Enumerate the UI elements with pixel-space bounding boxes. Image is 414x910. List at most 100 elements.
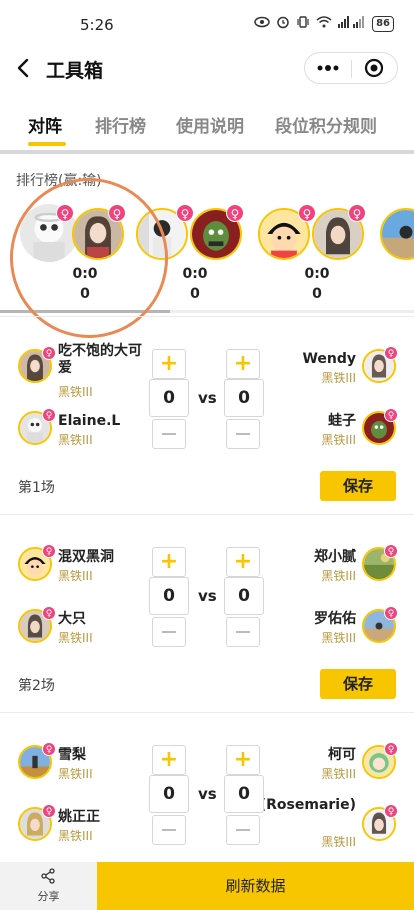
save-button[interactable]: 保存 <box>320 471 396 501</box>
female-badge-icon: ♀ <box>108 204 126 222</box>
tab-matchup[interactable]: 对阵 <box>28 112 62 137</box>
bottom-action-bar: 分享 刷新数据 <box>0 862 414 910</box>
refresh-data-button[interactable]: 刷新数据 <box>97 862 414 910</box>
ranking-pair[interactable]: ♀ ♀ 0:0 0 <box>130 204 260 304</box>
right-score[interactable]: 0 <box>224 379 264 417</box>
female-badge-icon: ♀ <box>384 804 398 818</box>
player-rank: 黑铁III <box>321 433 356 447</box>
left-increment-button[interactable]: + <box>152 349 186 379</box>
wifi-icon <box>316 16 332 31</box>
minus-icon <box>162 829 176 831</box>
tab-instructions[interactable]: 使用说明 <box>176 112 244 137</box>
plus-icon: + <box>233 549 253 574</box>
active-tab-indicator <box>28 142 66 146</box>
signal-icon <box>338 16 366 31</box>
plus-icon: + <box>233 351 253 376</box>
female-badge-icon: ♀ <box>384 346 398 360</box>
share-label: 分享 <box>37 890 60 903</box>
tab-leaderboard[interactable]: 排行榜 <box>95 112 146 137</box>
female-badge-icon: ♀ <box>384 408 398 422</box>
pair-points: 0 <box>190 286 200 302</box>
right-decrement-button[interactable] <box>226 617 260 647</box>
female-badge-icon: ♀ <box>384 742 398 756</box>
match-card: ♀ 混双黑洞 黑铁III ♀ 大只 黑铁III ♀ 郑小腻 黑铁III ♀ 罗佑… <box>0 514 414 712</box>
right-bottom-player[interactable]: ♀ 婷婷(Rosemarie) 黑铁III <box>0 797 414 851</box>
status-icons: 86 <box>254 15 394 32</box>
minus-icon <box>236 829 250 831</box>
pair-win-loss: 0:0 <box>304 266 330 282</box>
plus-icon: + <box>159 747 179 772</box>
eye-icon <box>254 16 270 31</box>
vs-label: vs <box>198 785 217 803</box>
right-bottom-player[interactable]: ♀ 罗佑佑 黑铁III <box>0 606 414 653</box>
alarm-icon <box>276 15 290 32</box>
right-increment-button[interactable]: + <box>226 547 260 577</box>
left-score[interactable]: 0 <box>149 379 189 417</box>
left-score[interactable]: 0 <box>149 775 189 813</box>
close-miniprogram-button[interactable] <box>351 53 397 83</box>
right-increment-button[interactable]: + <box>226 349 260 379</box>
player-rank: 黑铁III <box>321 631 356 645</box>
left-decrement-button[interactable] <box>152 617 186 647</box>
right-increment-button[interactable]: + <box>226 745 260 775</box>
right-decrement-button[interactable] <box>226 815 260 845</box>
battery-icon: 86 <box>372 15 394 32</box>
miniprogram-capsule <box>304 52 398 84</box>
right-score[interactable]: 0 <box>224 775 264 813</box>
pair-win-loss: 0:0 <box>182 266 208 282</box>
right-bottom-player[interactable]: ♀ 蛙子 黑铁III <box>0 408 414 455</box>
ranking-pair[interactable]: ♀ ♀ 0:0 0 <box>252 204 382 304</box>
more-button[interactable] <box>305 53 351 83</box>
tab-bar: 对阵 排行榜 使用说明 段位积分规则 <box>0 104 414 148</box>
left-increment-button[interactable]: + <box>152 547 186 577</box>
save-button[interactable]: 保存 <box>320 669 396 699</box>
ranking-pair[interactable] <box>374 204 414 304</box>
left-decrement-button[interactable] <box>152 815 186 845</box>
game-label: 第1场 <box>18 480 55 496</box>
left-decrement-button[interactable] <box>152 419 186 449</box>
right-top-player[interactable]: ♀ Wendy 黑铁III <box>0 346 414 393</box>
more-dots-icon <box>317 65 339 71</box>
female-badge-icon: ♀ <box>226 204 244 222</box>
right-decrement-button[interactable] <box>226 419 260 449</box>
ranking-strip[interactable]: ♀ ♀ 0:0 0 ♀ ♀ 0:0 0 ♀ ♀ 0:0 0 <box>0 196 414 306</box>
female-badge-icon: ♀ <box>176 204 194 222</box>
minus-icon <box>162 631 176 633</box>
minus-icon <box>236 433 250 435</box>
match-card: ♀ 雪梨 黑铁III ♀ 姚正正 黑铁III ♀ 柯可 黑铁III ♀ 婷婷(R… <box>0 712 414 862</box>
plus-icon: + <box>233 747 253 772</box>
right-top-player[interactable]: ♀ 柯可 黑铁III <box>0 742 414 789</box>
match-card: ♀ 吃不饱的大可爱 黑铁III ♀ Elaine.L 黑铁III ♀ Wendy… <box>0 316 414 514</box>
right-top-player[interactable]: ♀ 郑小腻 黑铁III <box>0 544 414 591</box>
back-button[interactable] <box>14 56 34 80</box>
female-badge-icon: ♀ <box>384 544 398 558</box>
vs-label: vs <box>198 587 217 605</box>
share-icon <box>41 868 55 884</box>
vibrate-icon <box>296 15 310 32</box>
minus-icon <box>236 631 250 633</box>
page-title: 工具箱 <box>46 60 104 82</box>
tabs-divider <box>0 150 414 154</box>
pair-points: 0 <box>312 286 322 302</box>
target-close-icon <box>365 58 384 78</box>
player-rank: 黑铁III <box>321 371 356 385</box>
plus-icon: + <box>159 351 179 376</box>
status-time: 5:26 <box>80 16 114 34</box>
left-score[interactable]: 0 <box>149 577 189 615</box>
player-rank: 黑铁III <box>321 835 356 849</box>
plus-icon: + <box>159 549 179 574</box>
vs-label: vs <box>198 389 217 407</box>
right-score[interactable]: 0 <box>224 577 264 615</box>
avatar <box>380 208 414 260</box>
female-badge-icon: ♀ <box>56 204 74 222</box>
status-bar: 5:26 86 <box>0 0 414 46</box>
share-button[interactable]: 分享 <box>0 862 97 910</box>
left-increment-button[interactable]: + <box>152 745 186 775</box>
chevron-left-icon <box>17 58 29 78</box>
player-rank: 黑铁III <box>321 767 356 781</box>
tab-rank-rules[interactable]: 段位积分规则 <box>275 112 377 137</box>
app-header: 工具箱 <box>0 46 414 92</box>
ranking-label: 排行榜(赢:输) <box>16 173 102 189</box>
female-badge-icon: ♀ <box>348 204 366 222</box>
ranking-scrollbar-thumb[interactable] <box>0 310 170 313</box>
